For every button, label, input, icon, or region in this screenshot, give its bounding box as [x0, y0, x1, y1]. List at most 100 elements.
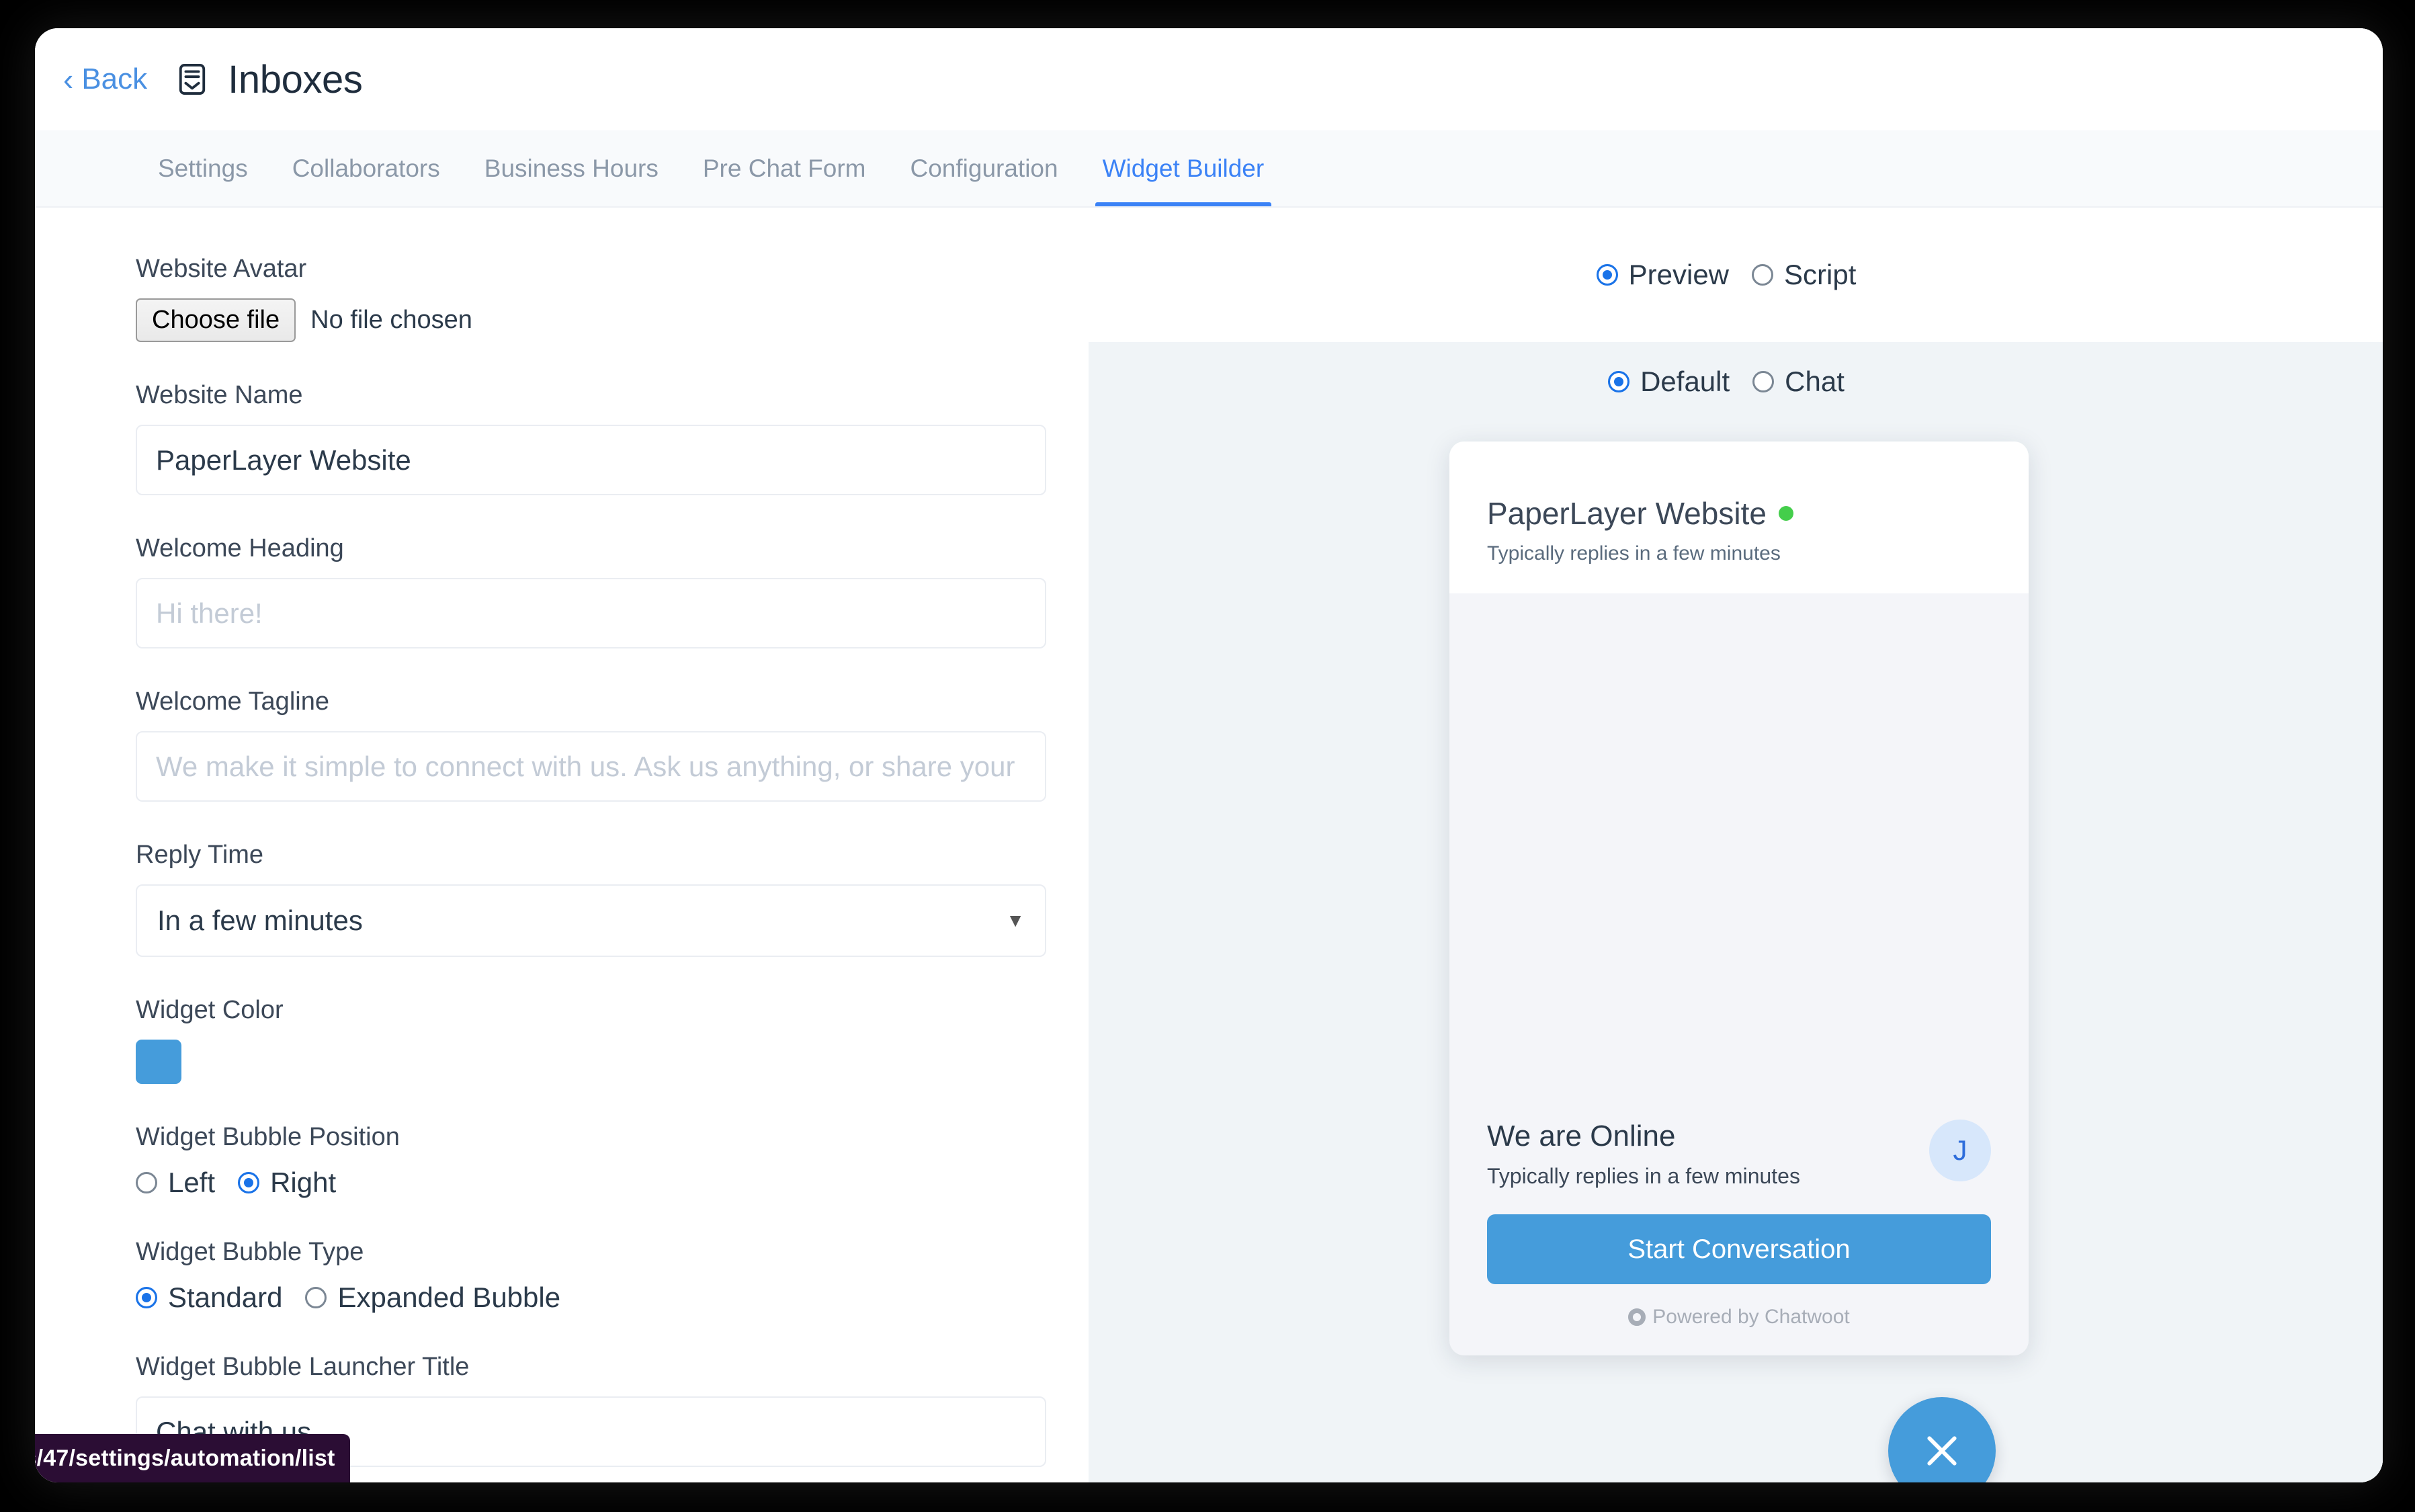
widget-online-block: We are Online Typically replies in a few… — [1487, 1120, 1991, 1189]
online-status-dot-icon — [1779, 506, 1793, 521]
widget-header: PaperLayer Website Typically replies in … — [1449, 442, 2029, 593]
avatar: J — [1929, 1120, 1991, 1181]
chevron-left-icon: ‹ — [63, 64, 73, 95]
preview-view-radio-group: Default Chat — [1089, 366, 2383, 398]
radio-mark-icon — [1608, 371, 1629, 392]
chatwoot-logo-icon — [1628, 1308, 1646, 1326]
browser-window: ‹ Back Inboxes Settings Collaborators Bu… — [35, 28, 2383, 1482]
radio-bubble-position-right[interactable]: Right — [238, 1167, 336, 1199]
powered-by-label: Powered by Chatwoot — [1652, 1306, 1850, 1329]
inbox-icon — [177, 62, 208, 96]
launcher-title-label: Widget Bubble Launcher Title — [136, 1353, 1089, 1382]
chevron-down-icon: ▼ — [1006, 910, 1025, 931]
radio-bubble-type-expanded[interactable]: Expanded Bubble — [305, 1282, 560, 1314]
radio-preview-mode-preview[interactable]: Preview — [1597, 259, 1729, 291]
chat-widget-preview: PaperLayer Website Typically replies in … — [1449, 442, 2029, 1355]
field-widget-color: Widget Color — [136, 996, 1089, 1084]
radio-label: Standard — [168, 1282, 282, 1314]
tab-bar: Settings Collaborators Business Hours Pr… — [35, 130, 2383, 208]
radio-mark-icon — [136, 1172, 157, 1193]
we-are-online-heading: We are Online — [1487, 1120, 1800, 1153]
bubble-type-label: Widget Bubble Type — [136, 1238, 1089, 1267]
field-website-avatar: Website Avatar Choose file No file chose… — [136, 255, 1089, 342]
field-website-name: Website Name PaperLayer Website — [136, 381, 1089, 495]
field-bubble-type: Widget Bubble Type Standard Expanded Bub… — [136, 1238, 1089, 1314]
radio-label: Default — [1640, 366, 1730, 398]
radio-label: Chat — [1785, 366, 1845, 398]
page-header: ‹ Back Inboxes — [35, 28, 2383, 130]
widget-settings-form: Website Avatar Choose file No file chose… — [35, 208, 1089, 1482]
back-button[interactable]: ‹ Back — [63, 62, 147, 96]
widget-online-text: We are Online Typically replies in a few… — [1487, 1120, 1800, 1189]
bubble-type-radio-group: Standard Expanded Bubble — [136, 1282, 1089, 1314]
radio-preview-mode-script[interactable]: Script — [1752, 259, 1856, 291]
widget-title: PaperLayer Website — [1487, 495, 1767, 532]
widget-color-swatch[interactable] — [136, 1040, 181, 1084]
file-picker-row: Choose file No file chosen — [136, 298, 1089, 342]
widget-subtitle: Typically replies in a few minutes — [1487, 542, 1991, 565]
radio-label: Left — [168, 1167, 215, 1199]
website-name-label: Website Name — [136, 381, 1089, 410]
welcome-tagline-placeholder: We make it simple to connect with us. As… — [156, 751, 1023, 783]
widget-launcher-button[interactable] — [1888, 1397, 1996, 1482]
tab-pre-chat-form[interactable]: Pre Chat Form — [681, 130, 888, 206]
tab-business-hours[interactable]: Business Hours — [462, 130, 681, 206]
field-reply-time: Reply Time In a few minutes ▼ — [136, 841, 1089, 957]
back-button-label: Back — [81, 62, 147, 96]
field-welcome-heading: Welcome Heading Hi there! — [136, 534, 1089, 648]
preview-canvas: Default Chat PaperLayer Website Typicall… — [1089, 342, 2383, 1482]
bubble-position-radio-group: Left Right — [136, 1167, 1089, 1199]
preview-mode-radio-group: Preview Script — [1089, 208, 2383, 342]
tab-label: Settings — [158, 155, 248, 183]
powered-by-chatwoot: Powered by Chatwoot — [1487, 1306, 1991, 1329]
tab-label: Widget Builder — [1103, 155, 1265, 183]
tab-label: Pre Chat Form — [703, 155, 866, 183]
we-are-online-subtext: Typically replies in a few minutes — [1487, 1164, 1800, 1189]
field-bubble-position: Widget Bubble Position Left Right — [136, 1123, 1089, 1199]
widget-body — [1449, 593, 2029, 1120]
radio-bubble-position-left[interactable]: Left — [136, 1167, 215, 1199]
welcome-tagline-input[interactable]: We make it simple to connect with us. As… — [136, 731, 1046, 802]
reply-time-value: In a few minutes — [157, 905, 363, 937]
tab-label: Collaborators — [292, 155, 440, 183]
website-name-input[interactable]: PaperLayer Website — [136, 425, 1046, 495]
reply-time-select[interactable]: In a few minutes ▼ — [136, 884, 1046, 957]
widget-preview-pane: Preview Script Default Chat — [1089, 208, 2383, 1482]
radio-label: Right — [270, 1167, 336, 1199]
website-avatar-label: Website Avatar — [136, 255, 1089, 284]
status-bar-link-text: ts/47/settings/automation/list — [35, 1445, 335, 1472]
tab-collaborators[interactable]: Collaborators — [270, 130, 462, 206]
widget-footer: We are Online Typically replies in a few… — [1449, 1120, 2029, 1355]
radio-label: Script — [1784, 259, 1856, 291]
tab-widget-builder[interactable]: Widget Builder — [1081, 130, 1287, 206]
welcome-heading-placeholder: Hi there! — [156, 597, 1023, 630]
radio-mark-icon — [1752, 371, 1774, 392]
content-area: Website Avatar Choose file No file chose… — [35, 208, 2383, 1482]
radio-mark-icon — [1752, 264, 1773, 286]
radio-bubble-type-standard[interactable]: Standard — [136, 1282, 282, 1314]
radio-label: Preview — [1629, 259, 1729, 291]
field-welcome-tagline: Welcome Tagline We make it simple to con… — [136, 687, 1089, 802]
start-conversation-button[interactable]: Start Conversation — [1487, 1214, 1991, 1284]
welcome-heading-input[interactable]: Hi there! — [136, 578, 1046, 648]
tab-settings[interactable]: Settings — [136, 130, 270, 206]
tab-label: Configuration — [910, 155, 1058, 183]
widget-color-label: Widget Color — [136, 996, 1089, 1025]
radio-preview-view-default[interactable]: Default — [1608, 366, 1730, 398]
welcome-tagline-label: Welcome Tagline — [136, 687, 1089, 716]
choose-file-button[interactable]: Choose file — [136, 298, 296, 342]
radio-mark-icon — [305, 1287, 327, 1308]
welcome-heading-label: Welcome Heading — [136, 534, 1089, 563]
radio-mark-icon — [238, 1172, 259, 1193]
tab-label: Business Hours — [484, 155, 659, 183]
radio-mark-icon — [1597, 264, 1618, 286]
close-icon — [1920, 1429, 1963, 1472]
bubble-position-label: Widget Bubble Position — [136, 1123, 1089, 1152]
radio-label: Expanded Bubble — [337, 1282, 560, 1314]
status-bar-link-preview: ts/47/settings/automation/list — [35, 1434, 350, 1482]
radio-mark-icon — [136, 1287, 157, 1308]
widget-title-row: PaperLayer Website — [1487, 495, 1991, 532]
radio-preview-view-chat[interactable]: Chat — [1752, 366, 1845, 398]
file-chosen-status: No file chosen — [310, 306, 472, 335]
tab-configuration[interactable]: Configuration — [888, 130, 1081, 206]
